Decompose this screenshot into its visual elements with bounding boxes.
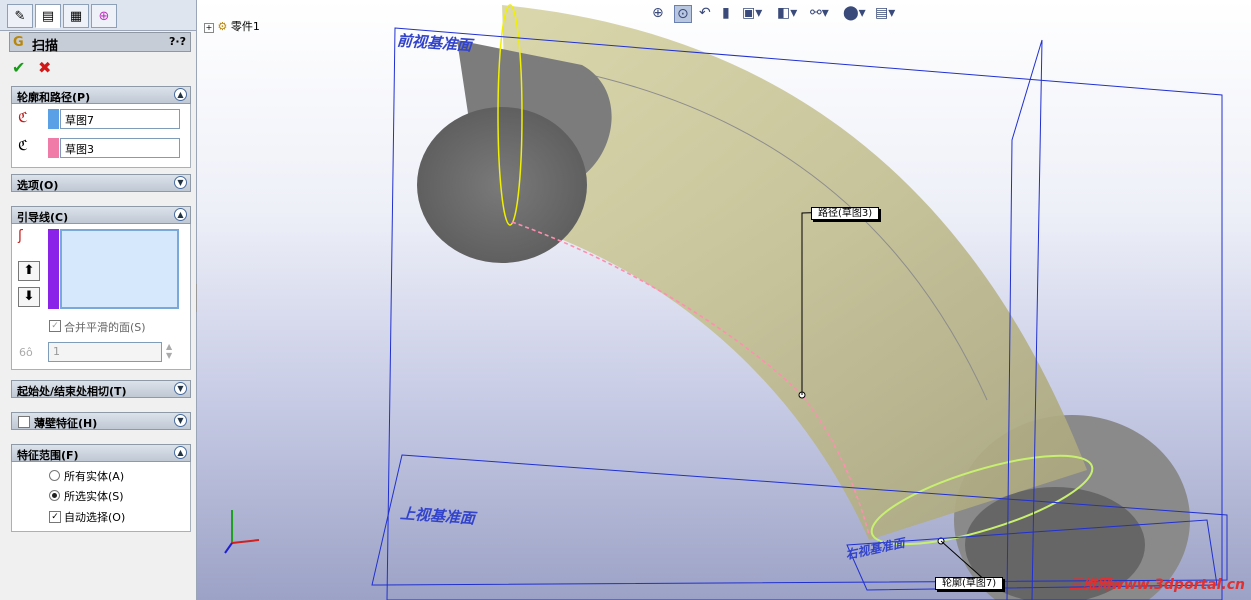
profile-path-body: ℭ 草图7 ℭ 草图3: [11, 104, 191, 168]
dimxpert-tab[interactable]: ⊕: [91, 4, 117, 28]
guide-list[interactable]: [60, 229, 179, 309]
all-bodies-label: 所有实体(A): [64, 470, 125, 483]
chevron-down-icon[interactable]: ▼: [174, 382, 187, 395]
model-view: [224, 4, 1228, 600]
glasses-icon: 6ô: [19, 346, 33, 359]
chevron-down-icon[interactable]: ▼: [174, 176, 187, 189]
section-tangency-label: 起始处/结束处相切(T): [17, 385, 127, 398]
section-profile-path[interactable]: 轮廓和路径(P) ▲: [11, 86, 191, 104]
part-icon: ⚙: [217, 20, 228, 33]
help-icon[interactable]: ?·?: [169, 35, 186, 48]
chevron-up-icon[interactable]: ▲: [174, 88, 187, 101]
property-icon: ▤: [41, 8, 55, 24]
section-thin[interactable]: 薄壁特征(H) ▼: [11, 412, 191, 430]
watermark: 三维网www.3dportal.cn: [1068, 577, 1245, 593]
part-name: 零件1: [230, 20, 260, 33]
feature-tree-flyout[interactable]: + ⚙ 零件1: [204, 18, 260, 34]
previous-view-icon[interactable]: ↶: [699, 5, 711, 21]
arrow-up-icon: ⬆: [23, 263, 35, 278]
feature-title-bar: G 扫描 ?·?: [9, 32, 191, 54]
chevron-up-icon[interactable]: ▲: [174, 446, 187, 459]
move-up-button[interactable]: ⬆: [18, 261, 40, 281]
feature-title: 扫描: [32, 39, 59, 54]
view-orientation-icon[interactable]: ▣▾: [742, 5, 762, 21]
path-field[interactable]: 草图3: [60, 138, 180, 158]
sweep-icon: G: [13, 35, 24, 50]
property-manager-tab[interactable]: ▤: [35, 4, 61, 28]
path-icon: ℭ: [18, 138, 28, 154]
scene-icon[interactable]: ▤▾: [875, 5, 895, 21]
section-profile-path-label: 轮廓和路径(P): [17, 91, 91, 104]
section-scope-label: 特征范围(F): [17, 449, 79, 462]
start-cylinder-face: [417, 107, 587, 263]
thin-feature-checkbox[interactable]: [18, 416, 30, 428]
triad-x-axis: [231, 539, 260, 544]
chevron-up-icon[interactable]: ▲: [174, 208, 187, 221]
x-icon: ✖: [38, 58, 52, 77]
appearance-icon[interactable]: ⬤▾: [843, 5, 866, 21]
auto-select-label: 自动选择(O): [64, 511, 126, 524]
section-options[interactable]: 选项(O) ▼: [11, 174, 191, 192]
ok-button[interactable]: ✔: [12, 58, 25, 77]
path-callout[interactable]: 路径(草图3): [811, 207, 880, 220]
profile-field[interactable]: 草图7: [60, 109, 180, 129]
check-icon: ✔: [12, 58, 26, 77]
guides-body: ʃ ⬆ ⬇ ✓ 合并平滑的面(S) 6ô 1 ▲ ▼: [11, 224, 191, 370]
merge-smooth-checkbox[interactable]: ✓: [49, 320, 61, 332]
selected-bodies-radio[interactable]: [49, 490, 60, 501]
section-scope[interactable]: 特征范围(F) ▲: [11, 444, 191, 462]
section-tangency[interactable]: 起始处/结束处相切(T) ▼: [11, 380, 191, 398]
path-color-swatch: [48, 138, 59, 158]
profile-icon: ℭ: [18, 110, 28, 126]
expand-icon[interactable]: +: [204, 23, 214, 33]
manager-tabs: ✎ ▤ ▦ ⊕: [0, 0, 196, 31]
property-manager: ✎ ▤ ▦ ⊕ G 扫描 ?·? ✔ ✖ 轮廓和路径(P) ▲ ℭ 草图7 ℭ …: [0, 0, 197, 600]
zoom-area-icon[interactable]: ⊙: [674, 5, 692, 23]
configuration-tab[interactable]: ▦: [63, 4, 89, 28]
merge-smooth-label: 合并平滑的面(S): [64, 321, 146, 334]
section-guides-label: 引导线(C): [17, 211, 69, 224]
selected-bodies-label: 所选实体(S): [64, 490, 124, 503]
configuration-icon: ▦: [69, 8, 83, 24]
spinner-icon[interactable]: ▲ ▼: [166, 342, 172, 360]
move-down-button[interactable]: ⬇: [18, 287, 40, 307]
chevron-down-icon[interactable]: ▼: [174, 414, 187, 427]
section-options-label: 选项(O): [17, 179, 59, 192]
guide-curve-icon: ʃ: [18, 228, 23, 244]
hide-show-icon[interactable]: ⚯▾: [810, 5, 829, 21]
crosshair-icon: ⊕: [98, 8, 110, 24]
profile-callout[interactable]: 轮廓(草图7): [935, 577, 1004, 590]
count-field[interactable]: 1: [48, 342, 162, 362]
section-thin-label: 薄壁特征(H): [34, 417, 98, 430]
feature-tree-tab[interactable]: ✎: [7, 4, 33, 28]
all-bodies-radio[interactable]: [49, 470, 60, 481]
section-guides[interactable]: 引导线(C) ▲: [11, 206, 191, 224]
profile-color-swatch: [48, 109, 59, 129]
auto-select-checkbox[interactable]: ✓: [49, 511, 61, 523]
graphics-area[interactable]: ⊕ ⊙ ↶ ▮ ▣▾ ◧▾ ⚯▾ ⬤▾ ▤▾ + ⚙ 零件1 前视基准面 上视基…: [197, 0, 1251, 600]
section-view-icon[interactable]: ▮: [722, 5, 730, 21]
display-style-icon[interactable]: ◧▾: [777, 5, 797, 21]
guide-color-swatch: [48, 229, 59, 309]
arrow-down-icon: ⬇: [23, 289, 35, 304]
triad-z-axis: [224, 542, 233, 554]
zoom-fit-icon[interactable]: ⊕: [652, 5, 664, 21]
feature-tree-icon: ✎: [14, 8, 26, 24]
cancel-button[interactable]: ✖: [38, 58, 51, 77]
scope-body: 所有实体(A) 所选实体(S) ✓ 自动选择(O): [11, 462, 191, 532]
